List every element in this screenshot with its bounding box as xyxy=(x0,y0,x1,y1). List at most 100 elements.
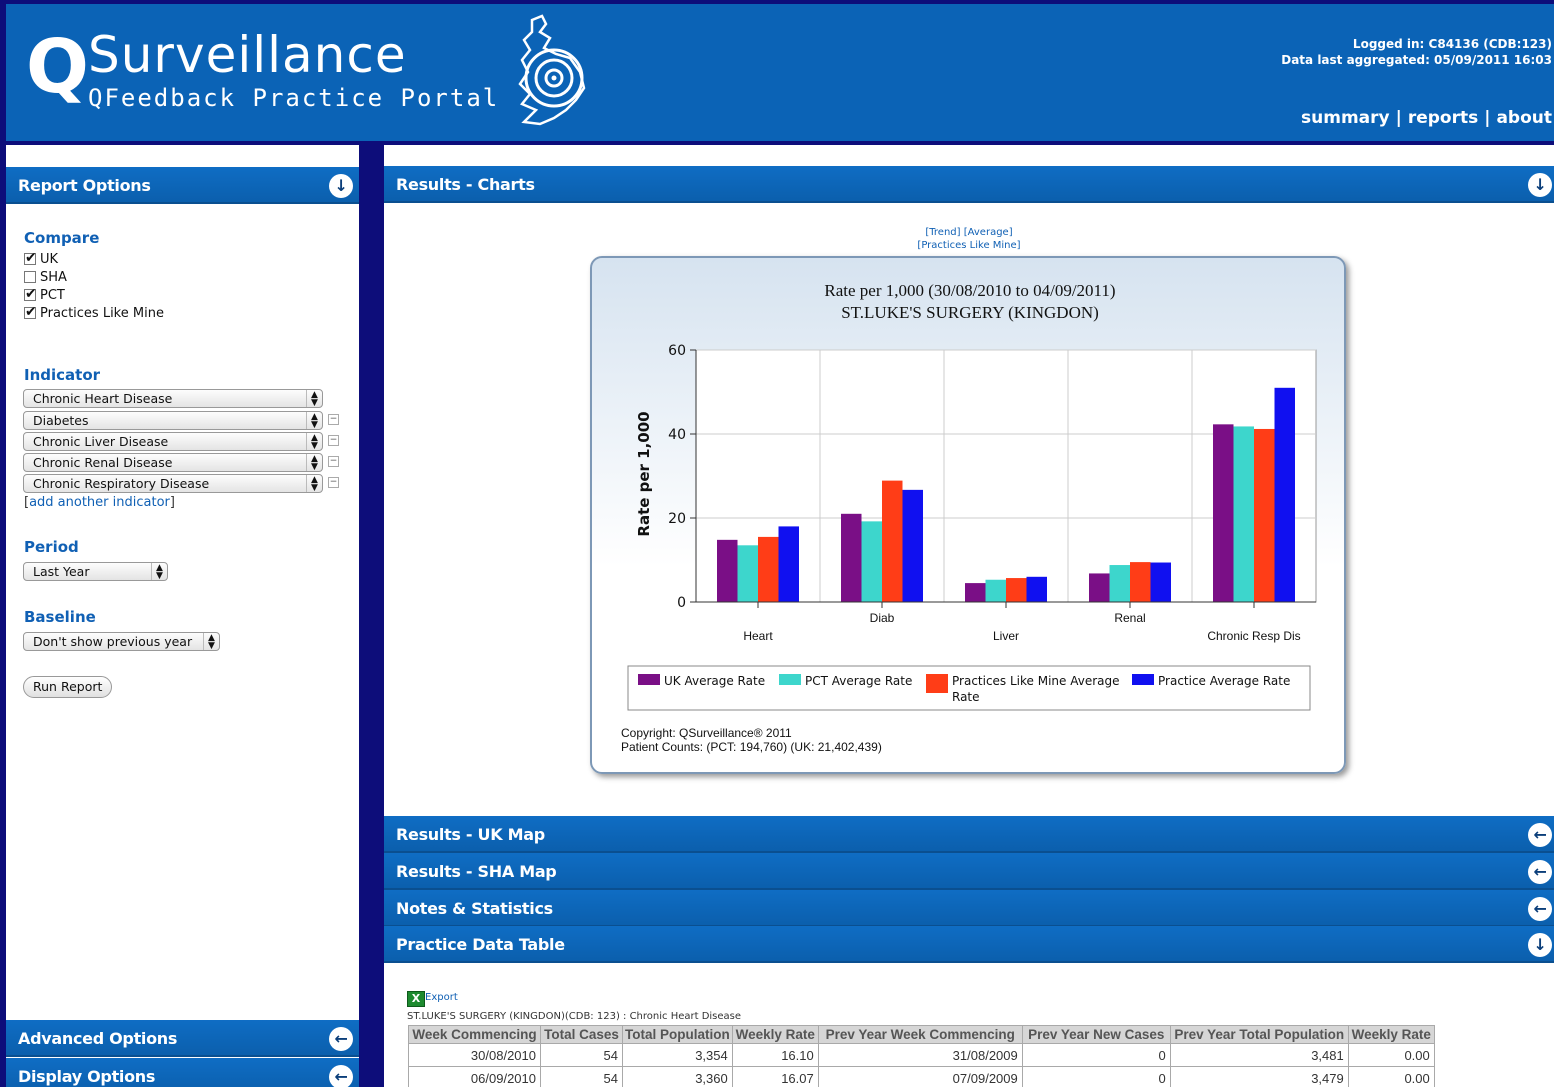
table-header-cell: Total Population xyxy=(622,1025,733,1044)
indicator-select-1[interactable]: Chronic Heart Disease ▲ ▼ xyxy=(23,389,323,408)
period-heading: Period xyxy=(24,538,79,556)
data-aggregated-text: Data last aggregated: 05/09/2011 16:03 xyxy=(1281,53,1552,67)
legend-swatch xyxy=(638,674,660,685)
x-tick-label: Liver xyxy=(993,629,1019,643)
table-header-cell: Week Commencing xyxy=(408,1025,541,1044)
bar xyxy=(1089,573,1110,602)
remove-indicator-icon[interactable]: − xyxy=(328,477,339,488)
chart-patient-counts: Patient Counts: (PCT: 194,760) (UK: 21,4… xyxy=(621,740,882,754)
plot-area: 0 20 40 60 Heart Diab Liver Renal Chronic Resp D… xyxy=(668,343,1317,643)
table-row: 06/09/2010 54 3,360 16.07 07/09/2009 0 3,479 0.… xyxy=(408,1066,1435,1087)
remove-indicator-icon[interactable]: − xyxy=(328,456,339,467)
results-uk-map-header[interactable]: Results - UK Map ← xyxy=(384,816,1554,853)
advanced-options-header[interactable]: Advanced Options ← xyxy=(6,1020,359,1057)
results-charts-header[interactable]: Results - Charts ↓ xyxy=(384,166,1554,203)
bar xyxy=(1233,426,1254,602)
remove-indicator-icon[interactable]: − xyxy=(328,435,339,446)
bar xyxy=(882,480,903,602)
table-header-cell: Prev Year New Cases xyxy=(1021,1025,1171,1044)
legend-swatch xyxy=(779,674,801,685)
bar xyxy=(1130,562,1151,602)
table-header-row: Week Commencing Total Cases Total Populati… xyxy=(408,1025,1435,1044)
bar xyxy=(1254,428,1275,602)
table-cell: 3,360 xyxy=(622,1066,733,1087)
report-options-header[interactable]: Report Options ↓ xyxy=(6,167,359,204)
y-tick-label: 60 xyxy=(668,343,686,359)
notes-statistics-header[interactable]: Notes & Statistics ← xyxy=(384,890,1554,927)
practice-data-table-header[interactable]: Practice Data Table ↓ xyxy=(384,926,1554,963)
indicator-select-3[interactable]: Chronic Liver Disease ▲ ▼ xyxy=(23,432,323,451)
chart-subtitle: ST.LUKE'S SURGERY (KINGDON) xyxy=(841,303,1099,322)
indicator-select-2[interactable]: Diabetes ▲ ▼ xyxy=(23,411,323,430)
table-cell: 0 xyxy=(1021,1066,1171,1087)
select-spinner-icon: ▲ ▼ xyxy=(306,433,322,451)
nav-summary-link[interactable]: summary xyxy=(1301,108,1390,128)
nav-reports-link[interactable]: reports xyxy=(1408,108,1478,128)
arrow-down-icon[interactable]: ↓ xyxy=(329,174,353,198)
table-header-cell: Total Cases xyxy=(540,1025,623,1044)
average-link[interactable]: [Average] xyxy=(964,227,1013,238)
report-options-title: Report Options xyxy=(18,176,151,195)
chart-copyright: Copyright: QSurveillance® 2011 xyxy=(621,726,792,740)
checkbox-checked-icon[interactable] xyxy=(24,249,37,267)
bracket: ] xyxy=(169,495,175,510)
arrow-left-icon[interactable]: ← xyxy=(1528,860,1552,884)
export-row[interactable]: X Export xyxy=(407,991,458,1007)
table-cell: 54 xyxy=(540,1066,623,1087)
remove-indicator-icon[interactable]: − xyxy=(328,414,339,425)
table-cell: 16.10 xyxy=(731,1043,819,1067)
trend-link[interactable]: [Trend] xyxy=(925,227,960,238)
bar-chart: Rate per 1,000 (30/08/2010 to 04/09/2011… xyxy=(621,281,1317,754)
arrow-left-icon[interactable]: ← xyxy=(1528,823,1552,847)
baseline-heading: Baseline xyxy=(24,608,96,626)
legend-swatch xyxy=(926,682,948,693)
legend-label: PCT Average Rate xyxy=(805,674,912,688)
checkbox-unchecked-icon[interactable] xyxy=(24,271,36,283)
arrow-left-icon[interactable]: ← xyxy=(1528,897,1552,921)
add-indicator-link[interactable]: add another indicator xyxy=(29,495,170,510)
results-sha-map-header[interactable]: Results - SHA Map ← xyxy=(384,853,1554,890)
export-link[interactable]: Export xyxy=(425,992,458,1003)
login-info: Logged in: C84136 (CDB:123) Data last ag… xyxy=(1281,36,1552,68)
arrow-down-icon[interactable]: ↓ xyxy=(1528,933,1552,957)
select-spinner-icon: ▲ ▼ xyxy=(306,390,322,408)
nav-about-link[interactable]: about xyxy=(1496,108,1552,128)
x-tick-label: Chronic Resp Dis xyxy=(1207,629,1300,643)
excel-icon[interactable]: X xyxy=(407,991,425,1007)
select-spinner-icon: ▲ ▼ xyxy=(306,475,322,493)
compare-label: PCT xyxy=(40,288,65,303)
select-value: Chronic Liver Disease xyxy=(33,434,169,449)
compare-uk-checkbox[interactable]: UK xyxy=(24,249,59,269)
bar xyxy=(1150,562,1171,602)
compare-label: UK xyxy=(40,252,59,267)
period-select[interactable]: Last Year ▲ ▼ xyxy=(23,562,168,581)
baseline-select[interactable]: Don't show previous year ▲ ▼ xyxy=(23,632,220,651)
run-report-button[interactable]: Run Report xyxy=(23,676,113,698)
table-body: 30/08/2010 54 3,354 16.10 31/08/2009 0 3,481 0.… xyxy=(408,1043,1435,1087)
select-spinner-icon: ▲ ▼ xyxy=(203,633,219,651)
compare-practices-like-mine-checkbox[interactable]: Practices Like Mine xyxy=(24,303,164,323)
bar xyxy=(965,583,986,602)
y-tick-label: 40 xyxy=(668,427,686,443)
arrow-down-icon[interactable]: ↓ xyxy=(1528,173,1552,197)
legend-label: Practice Average Rate xyxy=(1158,674,1290,688)
select-value: Chronic Renal Disease xyxy=(33,455,173,470)
compare-label: Practices Like Mine xyxy=(40,306,164,321)
display-options-header[interactable]: Display Options ← xyxy=(6,1058,359,1087)
compare-heading: Compare xyxy=(24,229,100,247)
chart-legend: UK Average Rate PCT Average Rate Practices… xyxy=(627,665,1311,711)
logo-subtitle: QFeedback Practice Portal xyxy=(88,84,500,112)
checkbox-checked-icon[interactable] xyxy=(24,285,37,303)
arrow-left-icon[interactable]: ← xyxy=(329,1065,353,1087)
checkbox-checked-icon[interactable] xyxy=(24,303,37,321)
indicator-select-4[interactable]: Chronic Renal Disease ▲ ▼ xyxy=(23,453,323,472)
bar xyxy=(737,545,758,602)
table-cell: 16.07 xyxy=(731,1066,819,1087)
notes-statistics-title: Notes & Statistics xyxy=(396,899,553,918)
table-header-cell: Prev Year Week Commencing xyxy=(817,1025,1023,1044)
indicator-select-5[interactable]: Chronic Respiratory Disease ▲ ▼ xyxy=(23,474,323,493)
arrow-left-icon[interactable]: ← xyxy=(329,1027,353,1051)
legend-swatch xyxy=(1132,674,1154,685)
practices-like-mine-link[interactable]: [Practices Like Mine] xyxy=(917,240,1020,251)
table-cell: 30/08/2010 xyxy=(408,1043,541,1067)
